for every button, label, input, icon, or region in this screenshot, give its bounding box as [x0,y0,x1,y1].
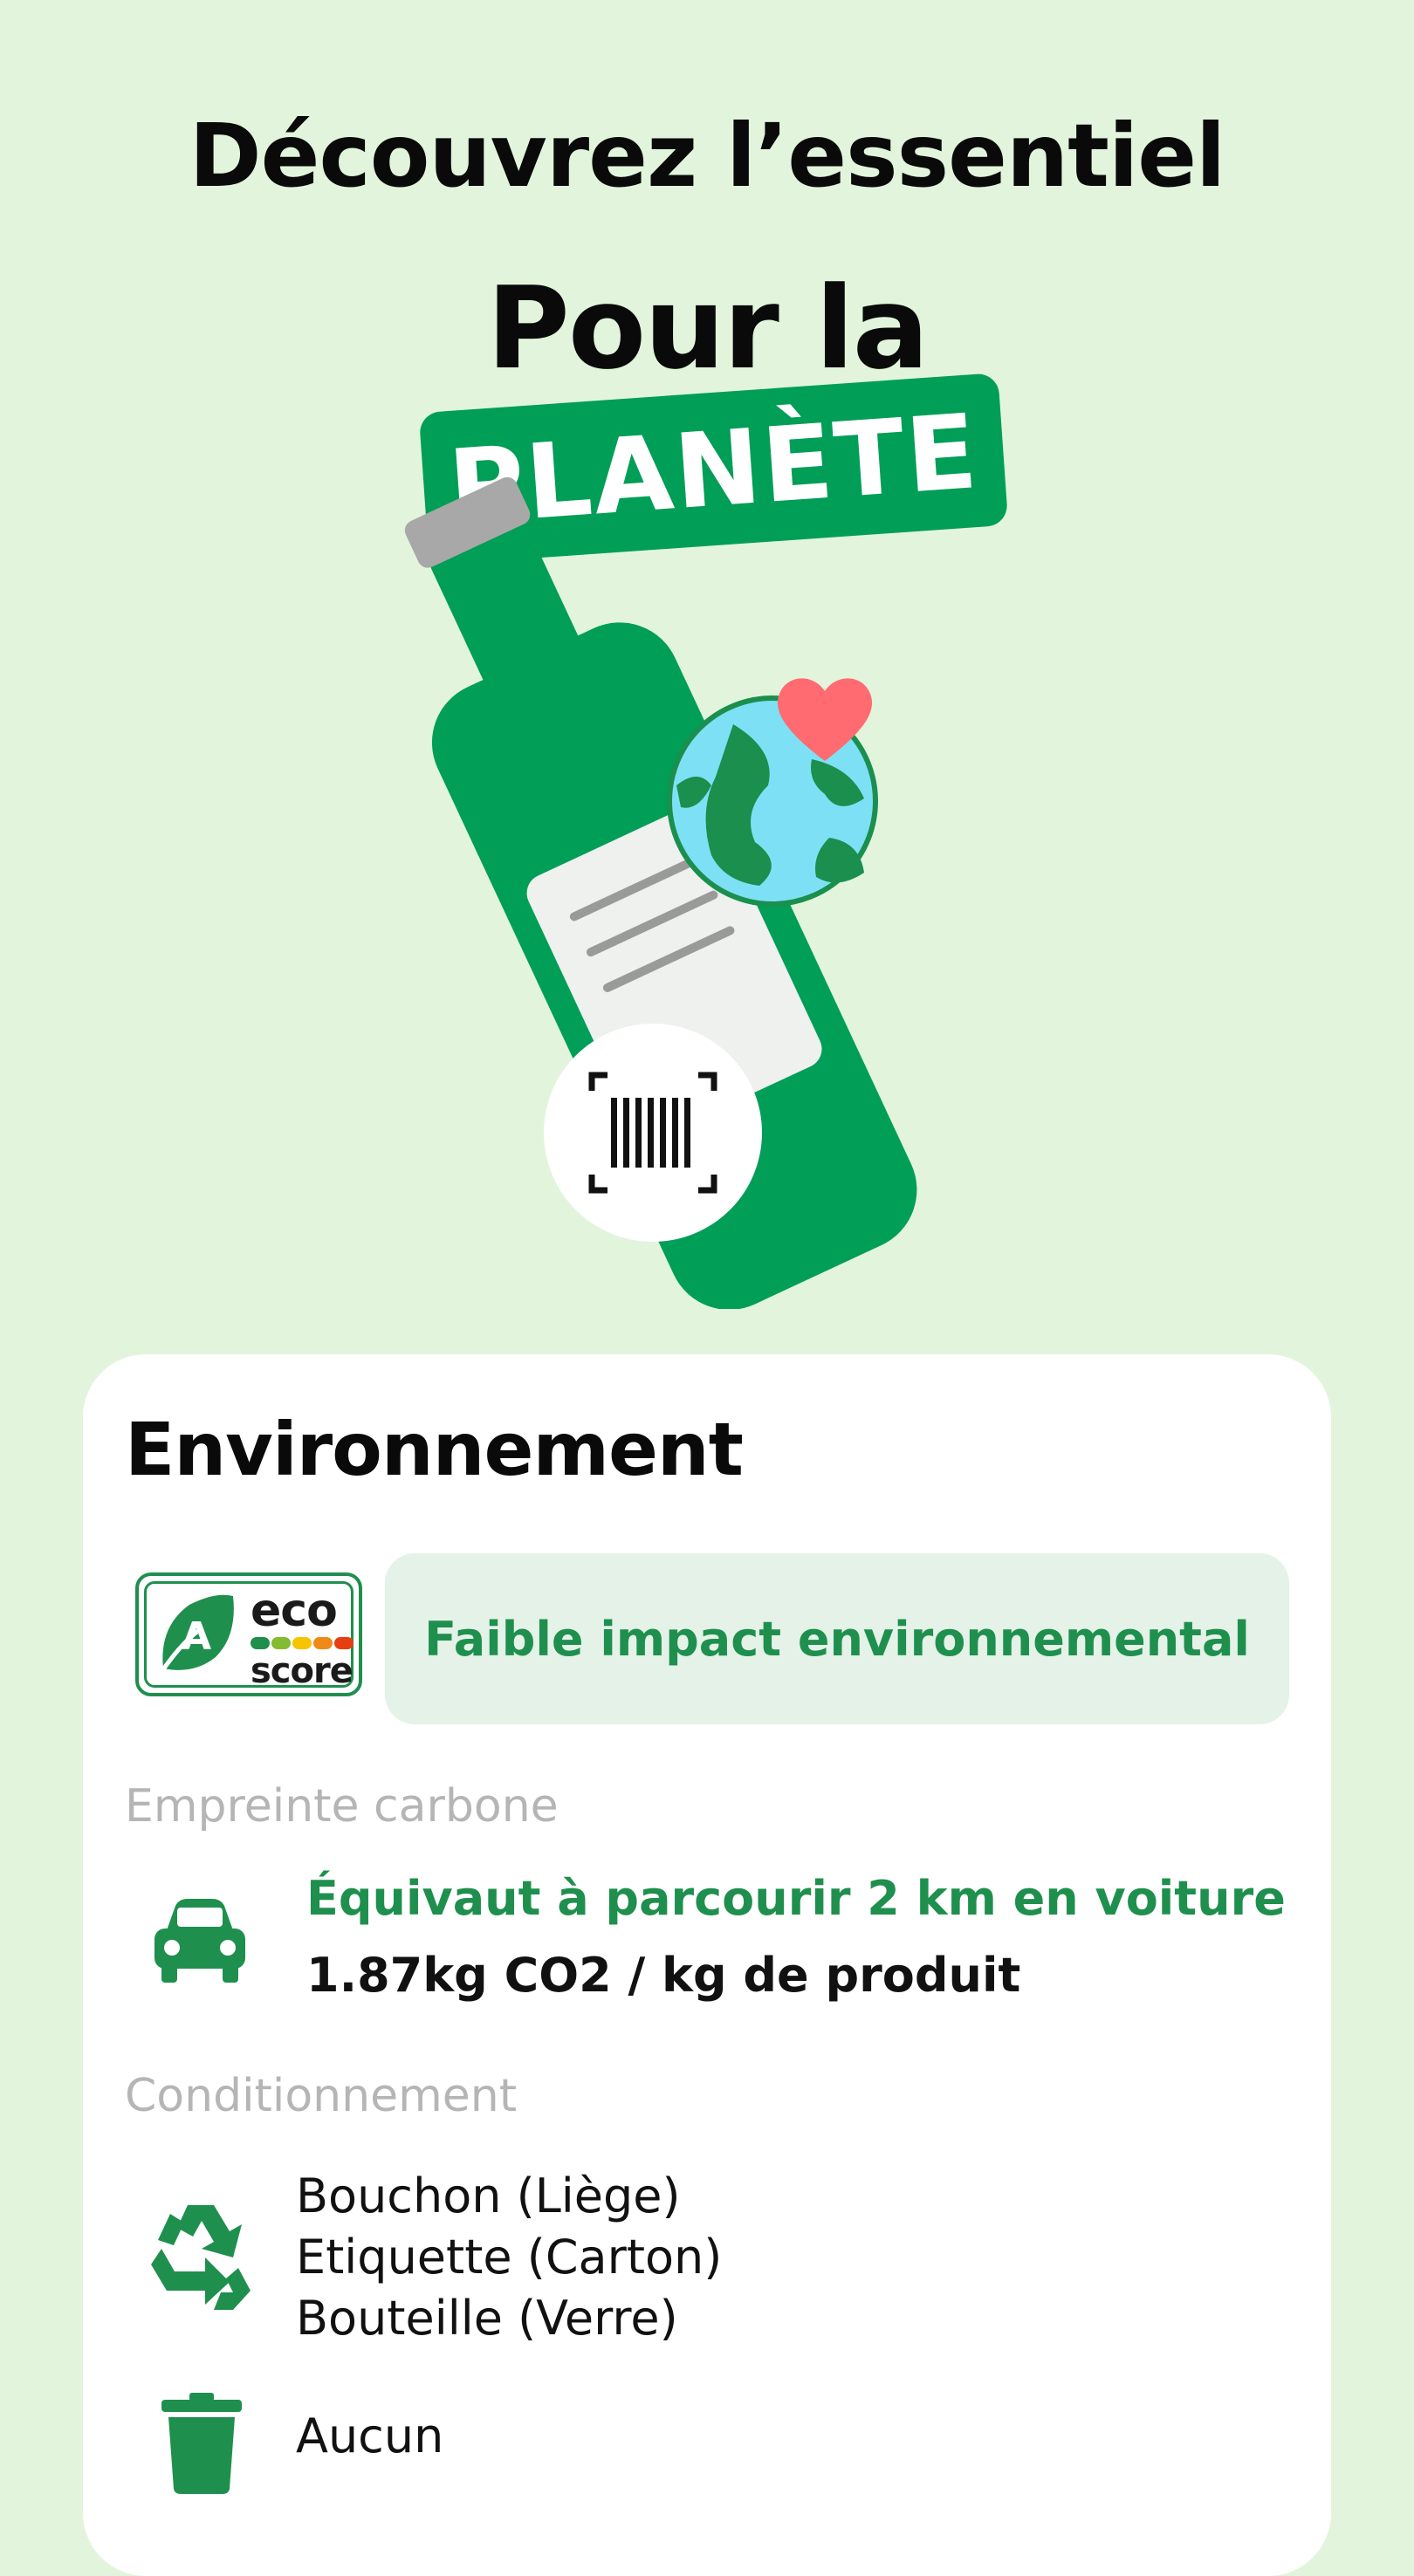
impact-label: Faible impact environnemental [385,1553,1289,1724]
packaging-list: Bouchon (Liège) Etiquette (Carton) Boute… [296,2166,722,2349]
ecoscore-word: eco [251,1585,338,1637]
car-icon [154,1899,245,1983]
non-recyclable-value: Aucun [296,2408,444,2463]
ecoscore-stripe [251,1637,354,1649]
recycle-icon [151,2205,251,2310]
list-item: Etiquette (Carton) [296,2230,723,2285]
list-item: Bouchon (Liège) [296,2168,681,2223]
trash-icon [161,2393,242,2494]
leaf-icon: A [159,1594,234,1674]
ecoscore-badge: A eco score [135,1572,362,1696]
environment-card: Environnement A eco score Faible impact … [83,1354,1331,2576]
card-title: Environnement [125,1407,744,1492]
packaging-section-label: Conditionnement [125,2070,518,2122]
carbon-value: 1.87kg CO2 / kg de produit [306,1948,1021,2003]
ecoscore-score-word: score [251,1651,354,1691]
carbon-section-label: Empreinte carbone [125,1780,559,1833]
list-item: Bouteille (Verre) [296,2291,678,2346]
bottle-illustration [404,476,917,1309]
carbon-equivalent: Équivaut à parcourir 2 km en voiture [306,1871,1286,1926]
barcode-icon [544,1024,762,1242]
ecoscore-grade: A [182,1614,211,1659]
